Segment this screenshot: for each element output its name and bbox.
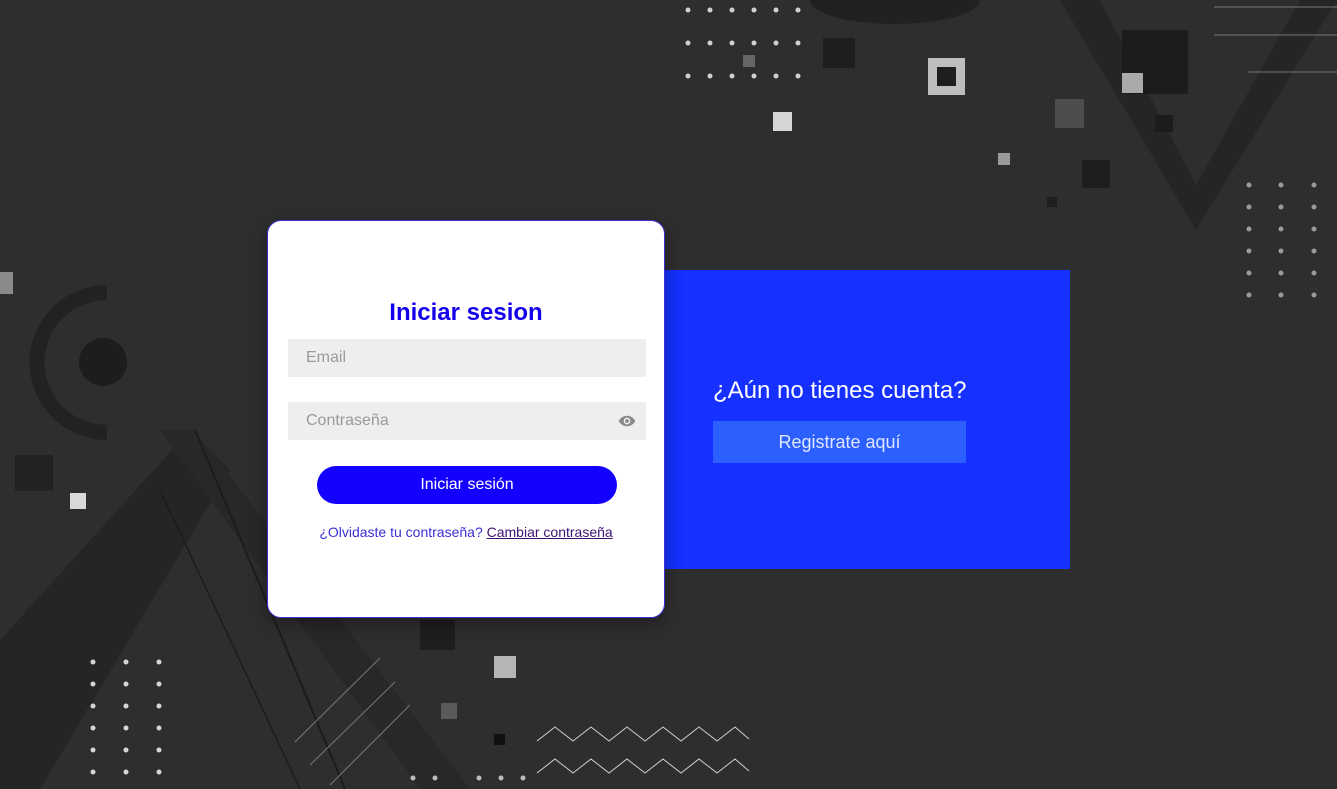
- forgot-password-text: ¿Olvidaste tu contraseña?: [319, 524, 483, 540]
- login-title: Iniciar sesion: [389, 299, 543, 326]
- email-field-container: [288, 339, 646, 377]
- register-panel: ¿Aún no tienes cuenta? Registrate aquí: [665, 270, 1070, 569]
- password-input[interactable]: [288, 402, 646, 440]
- login-card: Iniciar sesion Iniciar sesión ¿Olvidaste…: [267, 220, 665, 618]
- email-input[interactable]: [288, 339, 646, 377]
- change-password-link[interactable]: Cambiar contraseña: [487, 524, 613, 540]
- login-submit-button[interactable]: Iniciar sesión: [317, 466, 617, 504]
- forgot-password-row: ¿Olvidaste tu contraseña? Cambiar contra…: [268, 524, 664, 540]
- eye-icon[interactable]: [618, 412, 636, 430]
- register-prompt-heading: ¿Aún no tienes cuenta?: [713, 377, 967, 404]
- register-button[interactable]: Registrate aquí: [713, 421, 966, 463]
- password-field-container: [288, 402, 646, 440]
